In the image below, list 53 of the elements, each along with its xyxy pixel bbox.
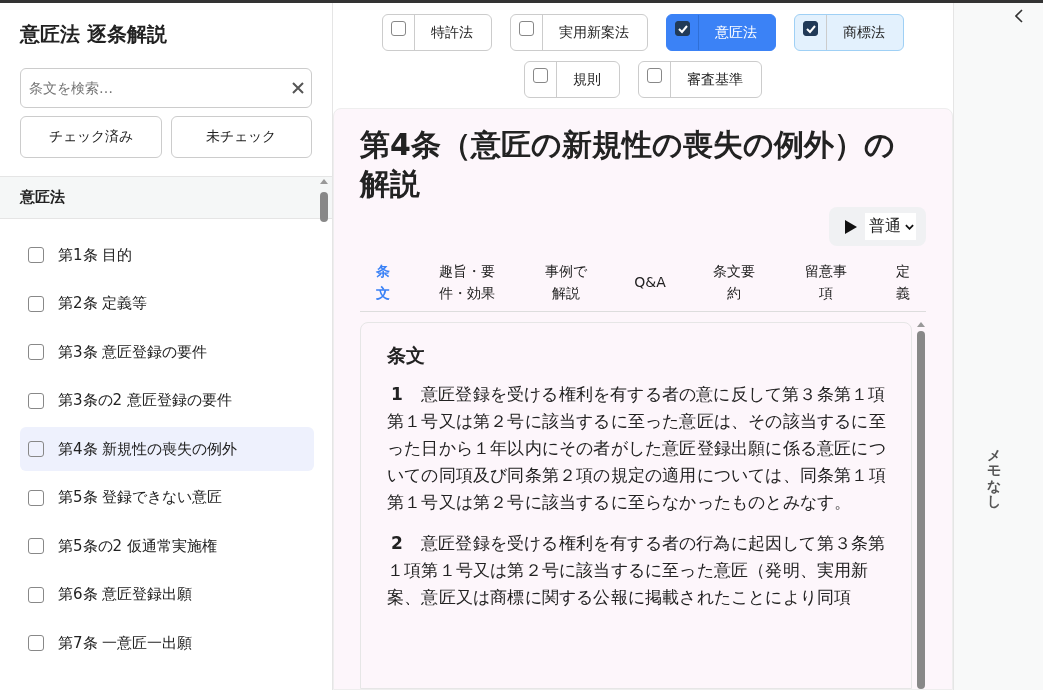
law-filter-button[interactable]: 規則 [524, 61, 620, 98]
law-filter-button[interactable]: 意匠法 [666, 14, 776, 51]
scroll-thumb[interactable] [320, 192, 328, 222]
article-list-item[interactable]: 第5条 登録できない意匠 [20, 475, 314, 520]
article-list-item[interactable]: 第1条 目的 [20, 233, 314, 277]
filter-button[interactable]: 未チェック [170, 116, 312, 158]
scroll-up-icon[interactable] [917, 321, 925, 327]
checkbox[interactable] [28, 441, 44, 457]
tab[interactable]: 定義 [888, 260, 918, 305]
speed-select[interactable]: 普通 [865, 213, 916, 240]
caret-icon [905, 223, 914, 230]
law-filter-button[interactable]: 実用新案法 [510, 14, 648, 51]
article-list-item[interactable]: 第3条の2 意匠登録の要件 [20, 378, 314, 423]
article-list-item[interactable]: 第7条 一意匠一出願 [20, 621, 314, 665]
app-title: 意匠法 逐条解説 [20, 21, 168, 48]
filter-button[interactable]: チェック済み [20, 116, 162, 158]
checkbox[interactable] [28, 344, 44, 360]
playback-control[interactable]: 普通 [829, 207, 926, 246]
tab[interactable]: 趣旨・要件・効果 [431, 260, 503, 305]
tab[interactable]: 条文 [368, 260, 398, 305]
law-filter-button[interactable]: 特許法 [382, 14, 492, 51]
section-title: 意匠法 [20, 188, 65, 206]
close-icon[interactable] [292, 82, 304, 94]
article-title: 第4条（意匠の新規性の喪失の例外）の解説 [360, 126, 896, 203]
tab[interactable]: Q&A [628, 260, 672, 305]
article-list-item[interactable]: 第2条 定義等 [20, 281, 314, 326]
article-list-item[interactable]: 第5条の2 仮通常実施権 [20, 524, 314, 568]
checkbox[interactable] [28, 295, 44, 312]
checkbox[interactable] [28, 489, 44, 506]
checkbox[interactable] [28, 392, 44, 409]
scrollbar[interactable] [320, 179, 328, 222]
checkbox[interactable] [28, 635, 44, 651]
scrollbar[interactable] [916, 321, 926, 689]
checkbox[interactable] [28, 586, 44, 603]
article-list-item[interactable]: 第3条 意匠登録の要件 [20, 330, 314, 374]
paragraph: 2 意匠登録を受ける権利を有する者の行為に起因して第３条第１項第１号又は第２号に該当するに至った意匠（発明、実用新案、意匠又は商標に関する公報に掲載されたことにより同項 [387, 531, 887, 609]
tab[interactable]: 条文要約 [705, 260, 764, 305]
tab[interactable]: 留意事項 [797, 260, 855, 305]
memo-status: メモなし [987, 448, 1001, 510]
play-icon[interactable] [845, 219, 857, 234]
search-field[interactable]: 条文を検索… [20, 68, 312, 108]
law-filter-button[interactable]: 商標法 [794, 14, 904, 51]
article-list-item[interactable]: 第6条 意匠登録出願 [20, 572, 314, 617]
checkbox[interactable] [28, 247, 44, 263]
paragraph: 1 意匠登録を受ける権利を有する者の意に反して第３条第１項第１号又は第２号に該当するに至った意匠は、その該当するに至った日から１年以内にその者がした意匠登録出願に係る意匠についての同項及び同条第２項の規定の適用については、同条第１項第１号又は第２号に該当するに至らなかったものとみなす。 [387, 382, 887, 514]
tab[interactable]: 事例で解説 [536, 260, 595, 305]
chevron-left-icon[interactable] [1015, 9, 1023, 23]
article-list-item[interactable]: 第4条 新規性の喪失の例外 [20, 427, 314, 471]
law-filter-button[interactable]: 審査基準 [638, 61, 762, 98]
checkbox[interactable] [28, 538, 44, 554]
scroll-thumb[interactable] [917, 330, 925, 689]
section-heading: 条文 [387, 342, 426, 368]
scroll-up-icon[interactable] [320, 179, 328, 184]
